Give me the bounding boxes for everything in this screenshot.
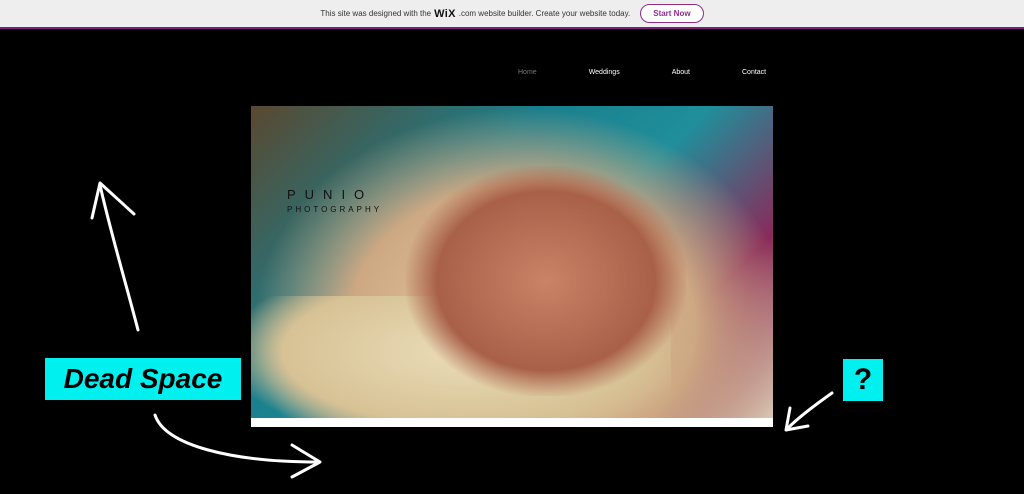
arrow-down-left-annotation-icon — [784, 391, 834, 432]
question-annotation: ? — [843, 359, 883, 401]
dead-space-annotation: Dead Space — [45, 358, 241, 400]
arrow-right-annotation-icon — [153, 413, 322, 479]
arrow-up-annotation-icon — [90, 181, 140, 332]
annotation-arrows — [90, 181, 834, 479]
